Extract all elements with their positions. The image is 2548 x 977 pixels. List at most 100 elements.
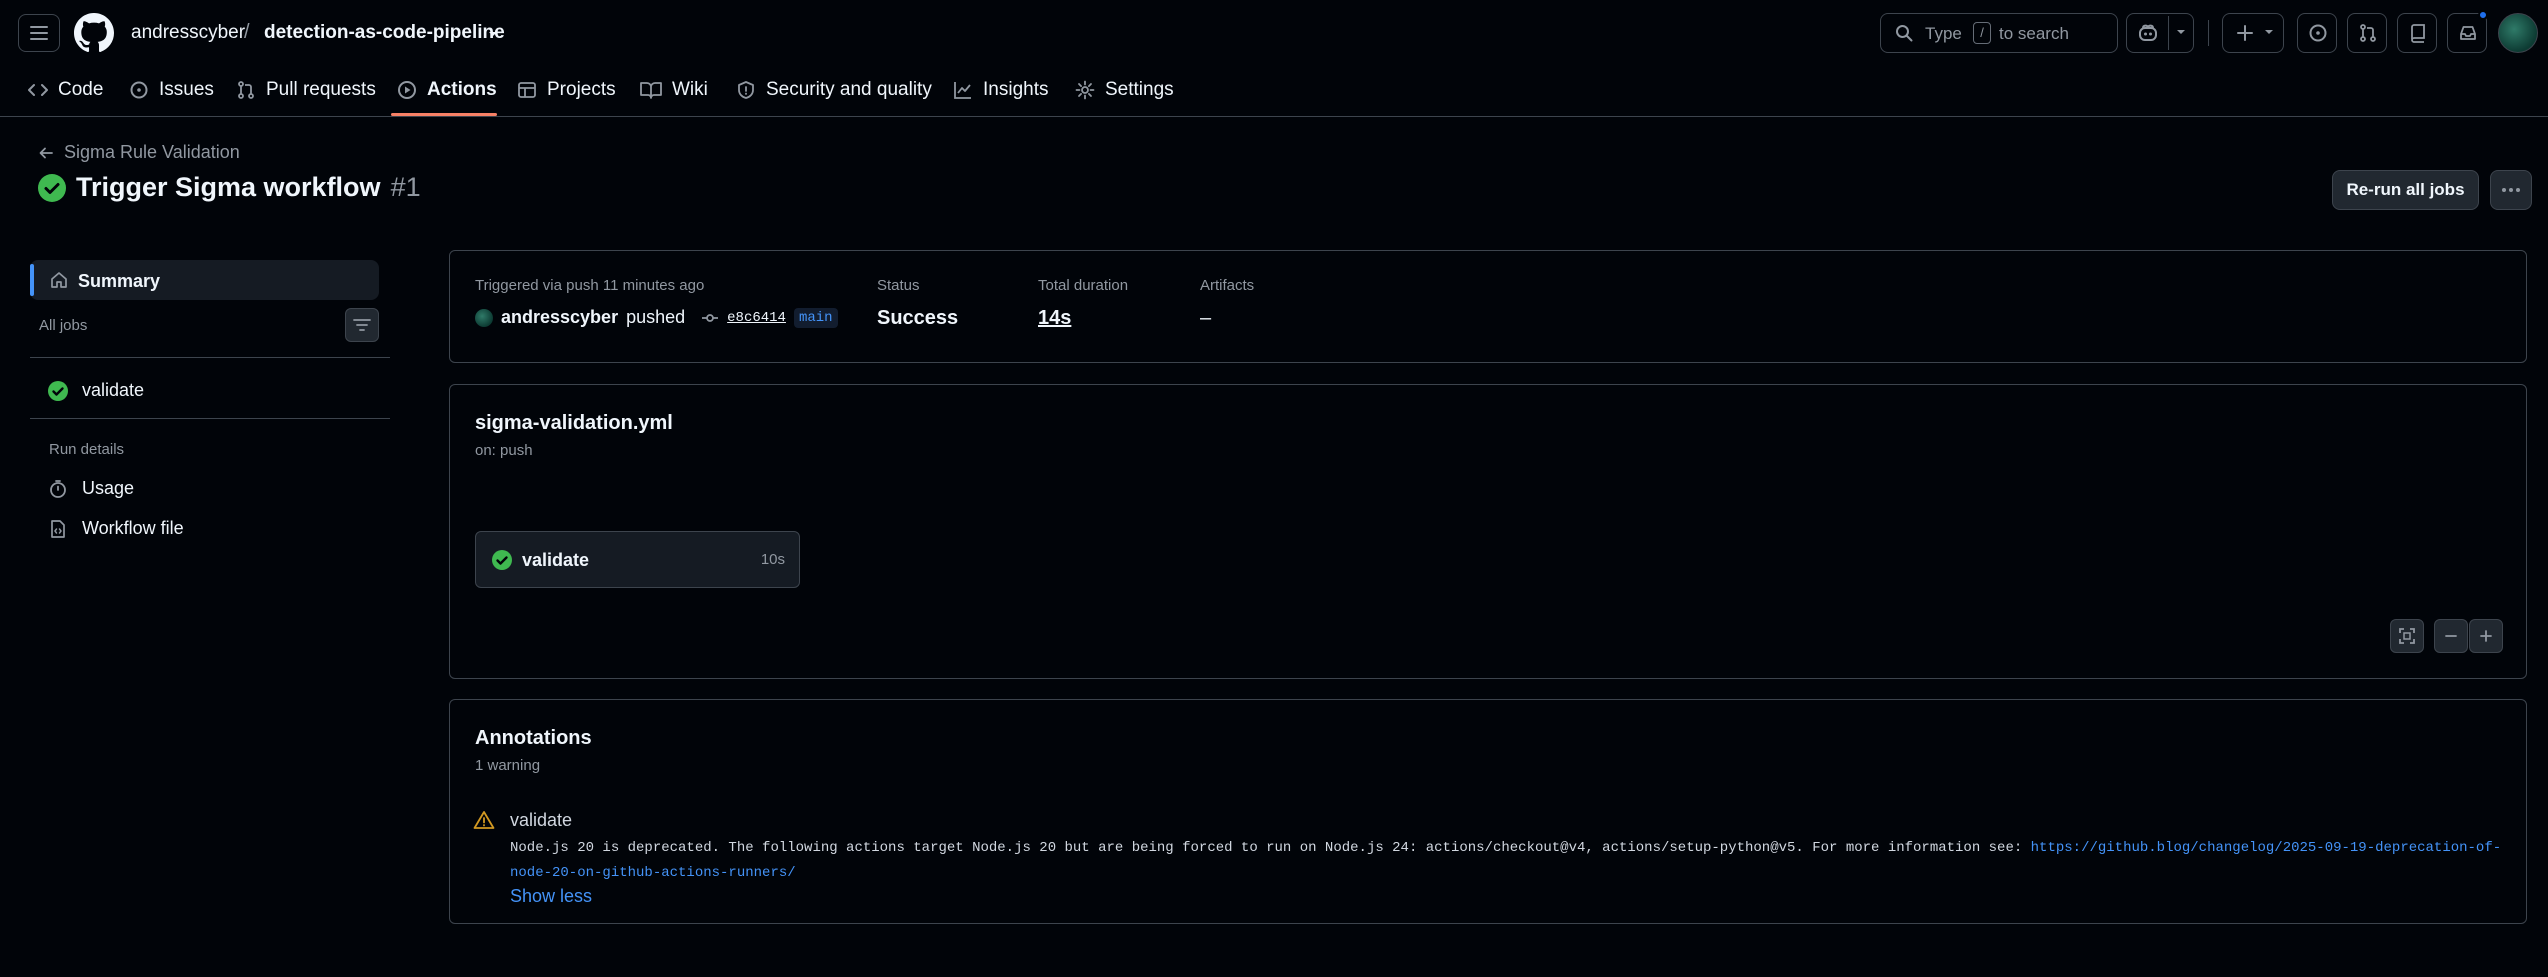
create-new-button[interactable] — [2222, 13, 2284, 53]
plus-icon — [2478, 628, 2494, 644]
minus-icon — [2443, 628, 2459, 644]
search-shortcut-key: / — [1973, 22, 1991, 44]
actor-avatar — [475, 308, 493, 327]
caret-down-icon — [2263, 28, 2275, 38]
annotation-job-name[interactable]: validate — [510, 810, 572, 831]
notification-indicator — [2478, 10, 2488, 20]
zoom-in-button[interactable] — [2469, 619, 2503, 653]
annotations-count: 1 warning — [475, 757, 541, 774]
issue-icon — [129, 80, 149, 100]
repo-icon — [2408, 23, 2428, 43]
tab-security[interactable]: Security and quality — [736, 73, 932, 107]
table-icon — [517, 80, 537, 100]
zoom-out-button[interactable] — [2434, 619, 2468, 653]
annotations-card — [449, 699, 2527, 924]
rerun-all-jobs-button[interactable]: Re-run all jobs — [2332, 170, 2479, 210]
branch-label[interactable]: main — [793, 307, 838, 328]
tab-label: Projects — [547, 79, 616, 100]
home-icon — [50, 271, 68, 289]
tab-actions[interactable]: Actions — [397, 73, 497, 107]
trigger-info: Triggered via push 11 minutes ago — [475, 277, 705, 294]
stopwatch-icon — [48, 479, 68, 499]
duration-label: Total duration — [1038, 277, 1129, 294]
issues-button[interactable] — [2297, 13, 2337, 53]
active-item-indicator — [30, 264, 34, 296]
back-to-workflow-link[interactable]: Sigma Rule Validation — [38, 142, 240, 163]
page-title: Trigger Sigma workflow #1 — [38, 172, 421, 203]
menu-button[interactable] — [18, 14, 60, 52]
workflow-file-name: sigma-validation.yml — [475, 412, 673, 434]
plus-icon — [2235, 23, 2255, 43]
hamburger-icon — [30, 25, 48, 41]
sidebar-item-workflow-file[interactable]: Workflow file — [48, 518, 184, 539]
pull-request-icon — [236, 80, 256, 100]
app-header: andresscyber / detection-as-code-pipelin… — [0, 0, 2548, 117]
breadcrumb-owner[interactable]: andresscyber — [131, 22, 245, 44]
commit-sha-link[interactable]: e8c6414 — [727, 310, 786, 326]
filter-jobs-button[interactable] — [345, 308, 379, 342]
check-circle-fill-icon — [48, 380, 68, 401]
search-placeholder-prefix: Type — [1925, 24, 1962, 43]
push-info: andresscyber pushed e8c6414 main — [475, 307, 838, 328]
pull-request-icon — [2358, 23, 2378, 43]
copilot-button[interactable] — [2126, 13, 2194, 53]
sidebar-item-label: Usage — [82, 478, 135, 498]
graph-job-duration: 10s — [760, 551, 785, 568]
artifacts-value: – — [1200, 307, 1212, 329]
code-icon — [28, 81, 48, 99]
tab-label: Pull requests — [266, 79, 376, 100]
copilot-icon — [2137, 23, 2159, 43]
shield-icon — [736, 80, 756, 100]
breadcrumb-repo[interactable]: detection-as-code-pipeline — [264, 22, 505, 44]
check-circle-fill-icon — [38, 173, 66, 202]
duration-value[interactable]: 14s — [1038, 307, 1071, 330]
check-circle-fill-icon — [492, 550, 512, 570]
status-label: Status — [877, 277, 920, 294]
tab-code[interactable]: Code — [28, 73, 103, 107]
screen-full-icon — [2398, 627, 2416, 645]
github-logo-icon[interactable] — [74, 13, 114, 53]
push-action: pushed — [626, 307, 686, 327]
sidebar-job-label: validate — [82, 380, 145, 400]
fullscreen-button[interactable] — [2390, 619, 2424, 653]
annotation-text: Node.js 20 is deprecated. The following … — [510, 840, 2031, 856]
play-icon — [397, 80, 417, 100]
caret-down-icon — [2175, 28, 2187, 38]
user-avatar[interactable] — [2498, 13, 2538, 53]
sidebar-item-summary[interactable]: Summary — [30, 260, 379, 300]
run-title: Trigger Sigma workflow — [76, 172, 381, 202]
tab-wiki[interactable]: Wiki — [640, 73, 708, 107]
filter-icon — [353, 318, 371, 332]
caret-down-icon[interactable] — [487, 28, 499, 40]
show-less-toggle[interactable]: Show less — [510, 886, 592, 907]
arrow-left-icon — [38, 145, 54, 161]
status-value: Success — [877, 307, 959, 329]
all-jobs-heading: All jobs — [39, 317, 88, 334]
breadcrumb-separator: / — [244, 21, 250, 43]
tab-settings[interactable]: Settings — [1075, 73, 1174, 107]
actor-name[interactable]: andresscyber — [501, 307, 618, 328]
graph-job-validate[interactable]: validate 10s — [475, 531, 800, 588]
repositories-button[interactable] — [2397, 13, 2437, 53]
tab-label: Wiki — [672, 79, 708, 100]
pull-requests-button[interactable] — [2347, 13, 2387, 53]
graph-job-label: validate — [522, 550, 590, 570]
artifacts-label: Artifacts — [1200, 277, 1255, 294]
more-options-button[interactable] — [2490, 170, 2532, 210]
tab-insights[interactable]: Insights — [953, 73, 1048, 107]
tab-pull-requests[interactable]: Pull requests — [236, 73, 376, 107]
sidebar-item-label: Workflow file — [82, 518, 184, 538]
search-input[interactable]: Type / to search — [1880, 13, 2118, 53]
sidebar-item-usage[interactable]: Usage — [48, 478, 134, 499]
tab-projects[interactable]: Projects — [517, 73, 616, 107]
git-commit-icon — [701, 312, 719, 324]
tab-label: Issues — [159, 79, 214, 100]
search-icon — [1895, 24, 1913, 42]
graph-icon — [953, 80, 973, 100]
sidebar-job-validate[interactable]: validate — [48, 380, 144, 401]
run-details-heading: Run details — [49, 441, 125, 458]
tab-issues[interactable]: Issues — [129, 73, 214, 107]
active-tab-indicator — [391, 113, 497, 116]
divider — [30, 357, 390, 358]
sidebar-item-label: Summary — [78, 271, 161, 291]
